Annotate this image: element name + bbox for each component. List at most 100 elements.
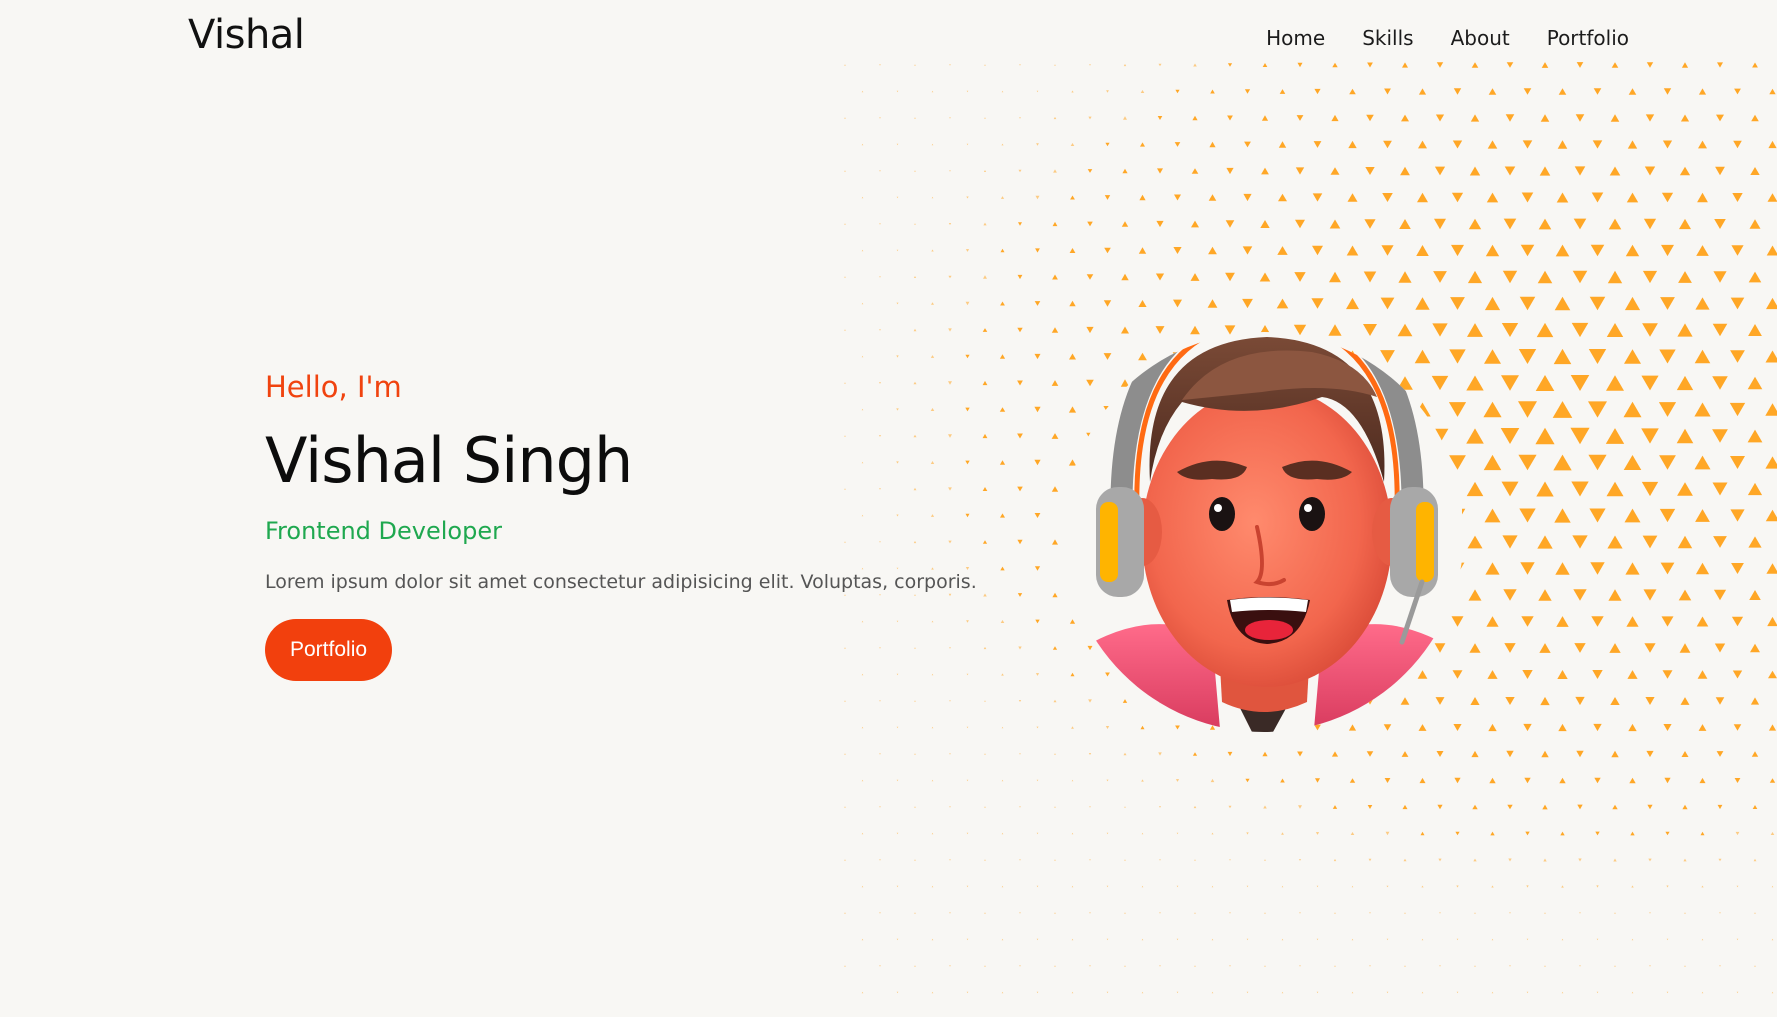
pattern-triangle: [1467, 323, 1483, 337]
pattern-triangle: [1017, 433, 1023, 439]
pattern-triangle: [1627, 670, 1638, 679]
pattern-triangle: [1714, 219, 1726, 229]
pattern-triangle: [1071, 991, 1074, 994]
pattern-triangle: [1594, 777, 1601, 784]
pattern-triangle: [1418, 140, 1427, 149]
pattern-triangle: [1502, 270, 1518, 284]
pattern-triangle: [1403, 858, 1407, 862]
pattern-triangle: [1526, 885, 1529, 888]
brand-logo[interactable]: Vishal: [188, 12, 305, 58]
pattern-triangle: [1644, 166, 1656, 176]
pattern-triangle: [1659, 349, 1676, 364]
pattern-triangle: [1747, 482, 1763, 496]
pattern-triangle: [896, 991, 899, 994]
pattern-triangle: [1121, 273, 1129, 281]
pattern-triangle: [1610, 697, 1620, 705]
pattern-triangle: [1501, 481, 1519, 497]
pattern-triangle: [1140, 90, 1145, 93]
pattern-triangle: [1664, 777, 1671, 784]
pattern-triangle: [1434, 218, 1446, 230]
pattern-triangle: [1754, 912, 1756, 914]
pattern-triangle: [1036, 832, 1039, 835]
pattern-triangle: [1124, 859, 1126, 861]
pattern-triangle: [948, 275, 952, 279]
pattern-triangle: [1194, 912, 1196, 914]
pattern-triangle: [1315, 832, 1320, 835]
pattern-triangle: [1504, 166, 1516, 176]
nav-link-home[interactable]: Home: [1266, 26, 1325, 50]
pattern-triangle: [1485, 244, 1500, 257]
pattern-triangle: [879, 117, 881, 119]
pattern-triangle: [1509, 965, 1511, 967]
pattern-triangle: [914, 912, 916, 914]
pattern-triangle: [1535, 427, 1555, 445]
pattern-triangle: [1588, 349, 1607, 364]
pattern-triangle: [1663, 88, 1672, 95]
pattern-triangle: [879, 912, 881, 914]
pattern-triangle: [879, 859, 881, 861]
pattern-triangle: [844, 753, 846, 755]
pattern-triangle: [1386, 938, 1389, 941]
pattern-triangle: [1225, 272, 1235, 282]
pattern-triangle: [1104, 195, 1111, 200]
pattern-triangle: [1753, 858, 1757, 862]
pattern-triangle: [1519, 296, 1536, 311]
pattern-triangle: [965, 249, 970, 252]
pattern-triangle: [1588, 401, 1607, 418]
pattern-triangle: [1643, 589, 1657, 601]
pattern-triangle: [1176, 832, 1179, 835]
pattern-triangle: [983, 222, 987, 226]
pattern-triangle: [1658, 402, 1677, 417]
pattern-triangle: [1695, 562, 1710, 575]
pattern-triangle: [1278, 141, 1287, 148]
pattern-triangle: [1700, 831, 1705, 836]
pattern-triangle: [1051, 327, 1059, 333]
pattern-triangle: [844, 700, 846, 702]
pattern-triangle: [1642, 535, 1658, 549]
pattern-triangle: [1226, 167, 1234, 175]
pattern-triangle: [1678, 589, 1692, 601]
pattern-triangle: [1596, 938, 1599, 941]
pattern-triangle: [1456, 938, 1459, 941]
pattern-triangle: [1194, 859, 1196, 861]
nav-link-portfolio[interactable]: Portfolio: [1547, 26, 1629, 50]
pattern-triangle: [1312, 245, 1323, 256]
portfolio-button[interactable]: Portfolio: [265, 619, 393, 682]
pattern-triangle: [1661, 616, 1674, 627]
pattern-triangle: [1645, 114, 1655, 122]
nav-link-about[interactable]: About: [1451, 26, 1510, 50]
pattern-triangle: [1470, 697, 1480, 705]
pattern-triangle: [914, 859, 916, 861]
pattern-triangle: [1386, 991, 1389, 994]
pattern-triangle: [1277, 246, 1288, 255]
pattern-triangle: [949, 912, 951, 914]
pattern-triangle: [1157, 168, 1163, 174]
pattern-triangle: [1018, 222, 1022, 226]
pattern-triangle: [879, 806, 881, 808]
pattern-triangle: [861, 885, 864, 888]
pattern-triangle: [1590, 562, 1605, 575]
pattern-triangle: [914, 223, 916, 225]
pattern-triangle: [1631, 938, 1634, 941]
pattern-triangle: [844, 329, 846, 331]
pattern-triangle: [984, 753, 986, 755]
pattern-triangle: [1570, 427, 1590, 445]
pattern-triangle: [1017, 486, 1023, 492]
nav-link-skills[interactable]: Skills: [1362, 26, 1413, 50]
pattern-triangle: [1666, 991, 1669, 994]
pattern-triangle: [1299, 912, 1301, 914]
pattern-triangle: [1751, 751, 1759, 757]
pattern-triangle: [1589, 296, 1606, 311]
pattern-triangle: [1159, 912, 1161, 914]
pattern-triangle: [1333, 858, 1337, 862]
pattern-triangle: [1123, 116, 1127, 120]
pattern-triangle: [1501, 323, 1519, 337]
pattern-triangle: [1034, 459, 1041, 466]
pattern-triangle: [1561, 938, 1564, 941]
pattern-triangle: [879, 223, 881, 225]
pattern-triangle: [1054, 859, 1056, 861]
pattern-triangle: [1018, 169, 1022, 173]
pattern-triangle: [1660, 562, 1675, 575]
pattern-triangle: [1348, 140, 1357, 149]
pattern-triangle: [1609, 166, 1621, 176]
